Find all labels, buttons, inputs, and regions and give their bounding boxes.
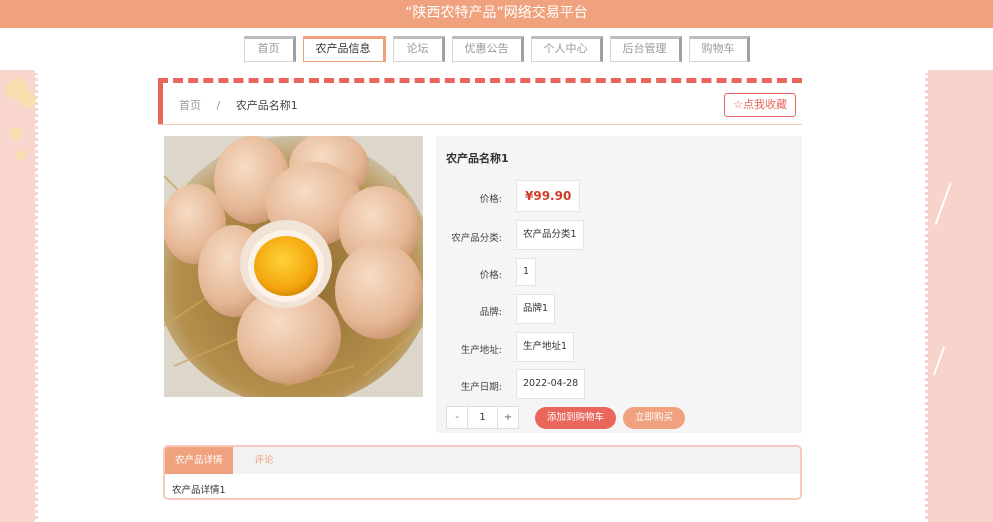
- top-header-bar: “陕西农特产品”网络交易平台: [0, 0, 993, 28]
- field-row-production-date: 生产日期: 2022-04-28: [436, 369, 802, 399]
- nav-item-announcements[interactable]: 优惠公告: [451, 36, 524, 62]
- breadcrumb-bar: 首页 / 农产品名称1 ☆点我收藏: [158, 78, 802, 125]
- field-value: 生产地址1: [516, 332, 575, 362]
- tab-bar: 农产品详情 评论: [165, 447, 800, 474]
- nav-item-forum[interactable]: 论坛: [392, 36, 445, 62]
- breadcrumb-separator: /: [216, 99, 221, 112]
- tab-content: 农产品详情1: [172, 485, 226, 496]
- left-decoration: [0, 70, 38, 522]
- quantity-minus-button[interactable]: -: [446, 406, 468, 429]
- product-info-panel: 农产品名称1 价格: ¥99.90 农产品分类: 农产品分类1 价格: 1 品牌…: [436, 136, 802, 433]
- nav-item-cart[interactable]: 购物车: [688, 36, 750, 62]
- field-label: 价格:: [479, 194, 502, 205]
- price-value: ¥99.90: [516, 180, 581, 212]
- field-label: 生产日期:: [460, 382, 502, 393]
- nav-item-products[interactable]: 农产品信息: [302, 36, 386, 62]
- favorite-button[interactable]: ☆点我收藏: [724, 93, 796, 117]
- site-title: “陕西农特产品”网络交易平台: [405, 5, 588, 21]
- add-to-cart-button[interactable]: 添加到购物车: [535, 407, 616, 429]
- field-row-category: 农产品分类: 农产品分类1: [436, 220, 802, 250]
- field-row-price-2: 价格: 1: [436, 258, 802, 286]
- eggs-in-straw-basket-photo-icon: [164, 136, 423, 397]
- tab-comments[interactable]: 评论: [245, 447, 284, 474]
- field-label: 农产品分类:: [451, 233, 502, 244]
- field-row-price: 价格: ¥99.90: [436, 180, 802, 212]
- quantity-stepper: - 1 +: [446, 406, 519, 429]
- product-image: [164, 136, 423, 397]
- field-value: 农产品分类1: [516, 220, 584, 250]
- breadcrumb: 首页 / 农产品名称1: [179, 97, 298, 113]
- tab-product-details[interactable]: 农产品详情: [165, 447, 233, 474]
- field-value: 1: [516, 258, 537, 286]
- nav-item-admin[interactable]: 后台管理: [609, 36, 682, 62]
- quantity-input[interactable]: 1: [468, 406, 497, 429]
- nav-item-personal-center[interactable]: 个人中心: [530, 36, 603, 62]
- product-name: 农产品名称1: [446, 152, 509, 165]
- field-value: 2022-04-28: [516, 369, 586, 399]
- field-label: 价格:: [479, 270, 502, 281]
- breadcrumb-current: 农产品名称1: [235, 99, 298, 112]
- nav-item-home[interactable]: 首页: [243, 36, 296, 62]
- quantity-plus-button[interactable]: +: [497, 406, 519, 429]
- right-decoration: [925, 70, 993, 522]
- field-row-address: 生产地址: 生产地址1: [436, 332, 802, 362]
- favorite-button-label: 点我收藏: [743, 98, 787, 111]
- detail-tabs: 农产品详情 评论 农产品详情1: [163, 445, 802, 500]
- field-row-brand: 品牌: 品牌1: [436, 294, 802, 324]
- breadcrumb-home-link[interactable]: 首页: [179, 99, 201, 112]
- field-label: 生产地址:: [460, 345, 502, 356]
- buy-now-button[interactable]: 立即购买: [623, 407, 685, 429]
- field-value: 品牌1: [516, 294, 556, 324]
- field-label: 品牌:: [479, 307, 502, 318]
- star-outline-icon: ☆: [733, 98, 743, 111]
- main-navigation: 首页 农产品信息 论坛 优惠公告 个人中心 后台管理 购物车: [0, 36, 993, 62]
